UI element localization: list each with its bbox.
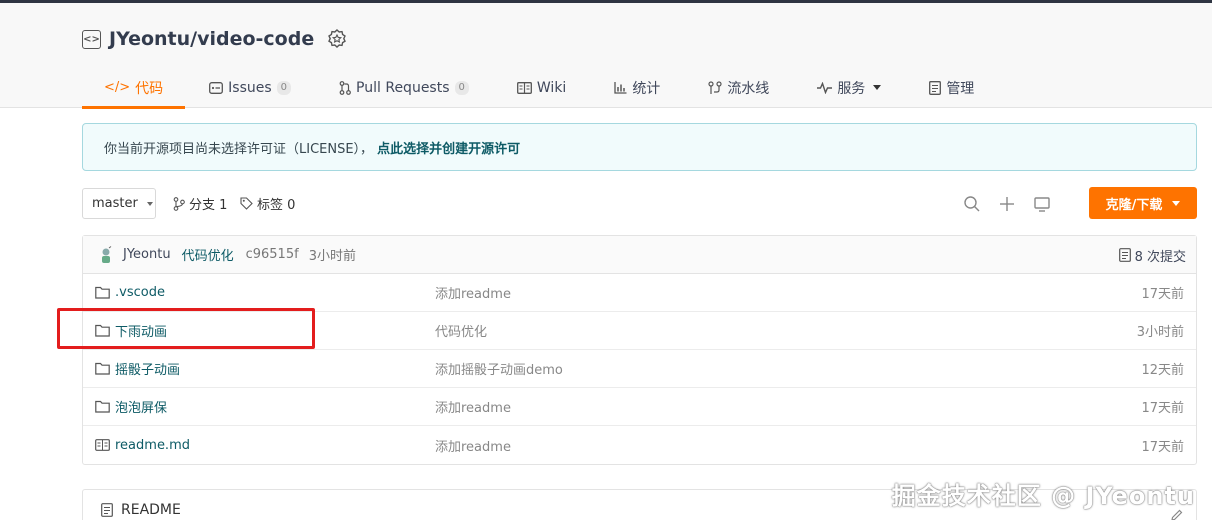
file-commit-message[interactable]: 添加readme [435, 283, 511, 302]
tab-pull-requests-label: Pull Requests [356, 79, 450, 96]
issues-count-badge: 0 [276, 80, 292, 95]
document-icon [101, 503, 113, 517]
file-commit-message[interactable]: 添加readme [435, 436, 511, 455]
branches-label: 分支 1 [189, 198, 228, 213]
repo-toolbar: master 分支 1 标签 0 克隆/下载 [82, 187, 1197, 220]
clone-download-label: 克隆/下载 [1105, 197, 1163, 213]
tab-code-label: 代码 [135, 80, 164, 97]
folder-icon [95, 400, 110, 413]
file-commit-time: 12天前 [1141, 363, 1184, 378]
pull-requests-count-badge: 0 [454, 80, 469, 95]
tab-code[interactable]: </> 代码 [82, 67, 186, 109]
file-name[interactable]: 摇骰子动画 [115, 359, 180, 378]
issues-icon [209, 81, 224, 94]
file-name[interactable]: .vscode [115, 285, 165, 300]
code-icon: </> [104, 80, 131, 95]
tab-wiki[interactable]: Wiki [516, 67, 567, 108]
tab-issues[interactable]: Issues 0 [209, 67, 292, 108]
file-commit-message[interactable]: 添加readme [435, 397, 511, 416]
tag-icon [240, 197, 253, 210]
file-commit-time: 17天前 [1141, 401, 1184, 416]
file-name-cell[interactable]: .vscode [95, 285, 165, 300]
file-commit-time: 17天前 [1141, 439, 1184, 455]
branch-icon [173, 196, 185, 211]
tags-label: 标签 0 [257, 198, 296, 213]
pull-request-icon [339, 80, 351, 95]
book-icon [516, 81, 532, 94]
clone-download-button[interactable]: 克隆/下载 [1089, 187, 1197, 219]
file-name-cell[interactable]: 摇骰子动画 [95, 359, 180, 378]
tab-wiki-label: Wiki [536, 79, 567, 96]
folder-icon [95, 286, 110, 299]
table-row[interactable]: 摇骰子动画 添加摇骰子动画demo 12天前 [83, 350, 1196, 388]
document-icon [929, 80, 942, 95]
markdown-file-icon [95, 439, 110, 451]
plus-icon[interactable] [997, 194, 1017, 214]
license-notice-text: 你当前开源项目尚未选择许可证（LICENSE）， [104, 141, 374, 157]
file-commit-time: 3小时前 [1136, 325, 1184, 340]
monitor-icon[interactable] [1032, 194, 1052, 214]
file-name[interactable]: readme.md [115, 438, 190, 453]
readme-title-text: README [121, 502, 181, 518]
repo-header: <> JYeontu/video-code </> 代码 Issues 0 Pu… [0, 3, 1212, 109]
red-highlight-box [57, 308, 315, 349]
commit-author[interactable]: JYeontu [123, 247, 171, 262]
chevron-down-icon [873, 85, 882, 90]
tab-services[interactable]: 服务 [817, 67, 882, 108]
commits-link[interactable]: 8 次提交 [1118, 236, 1186, 274]
latest-commit-bar: JYeontu 代码优化 c96515f 3小时前 8 次提交 [83, 236, 1196, 274]
branches-link[interactable]: 分支 1 [173, 188, 227, 219]
license-notice: 你当前开源项目尚未选择许可证（LICENSE）， 点此选择并创建开源许可 [82, 123, 1197, 171]
tab-pipeline-label: 流水线 [727, 80, 770, 97]
repo-title: <> JYeontu/video-code [82, 28, 348, 50]
chevron-down-icon [1172, 200, 1181, 206]
commit-time: 3小时前 [308, 249, 356, 264]
tab-manage-label: 管理 [946, 80, 975, 97]
watermark: 掘金技术社区 @ JYeontu [891, 482, 1195, 510]
file-commit-time: 17天前 [1141, 287, 1184, 302]
file-name-cell[interactable]: readme.md [95, 438, 190, 453]
file-list: JYeontu 代码优化 c96515f 3小时前 8 次提交 .vscode … [82, 235, 1197, 465]
tab-issues-label: Issues [228, 79, 272, 96]
branch-select[interactable]: master [82, 188, 156, 219]
repo-name[interactable]: JYeontu/video-code [109, 28, 314, 50]
table-row[interactable]: .vscode 添加readme 17天前 [83, 274, 1196, 312]
file-name[interactable]: 泡泡屏保 [115, 397, 167, 416]
file-commit-message[interactable]: 代码优化 [435, 321, 487, 340]
table-row[interactable]: 泡泡屏保 添加readme 17天前 [83, 388, 1196, 426]
tab-stats[interactable]: 统计 [614, 67, 660, 108]
pipeline-icon [708, 80, 722, 94]
table-row[interactable]: readme.md 添加readme 17天前 [83, 426, 1196, 464]
code-brackets-icon: <> [82, 29, 101, 49]
commit-sha[interactable]: c96515f [246, 247, 299, 262]
chevron-down-icon [146, 201, 153, 206]
folder-icon [95, 362, 110, 375]
tab-pull-requests[interactable]: Pull Requests 0 [339, 67, 469, 108]
tags-link[interactable]: 标签 0 [240, 188, 295, 219]
create-license-link[interactable]: 点此选择并创建开源许可 [377, 138, 520, 157]
commits-count: 8 次提交 [1134, 249, 1186, 265]
bar-chart-icon [614, 81, 627, 94]
file-commit-message[interactable]: 添加摇骰子动画demo [435, 359, 563, 378]
commit-message[interactable]: 代码优化 [182, 245, 234, 264]
branch-select-value: master [92, 196, 138, 211]
repo-tabs: </> 代码 Issues 0 Pull Requests 0 Wiki 统计 … [82, 67, 1022, 109]
award-badge-icon[interactable] [326, 28, 348, 50]
tab-services-label: 服务 [837, 80, 866, 97]
tab-stats-label: 统计 [632, 80, 661, 97]
tab-manage[interactable]: 管理 [929, 67, 974, 108]
commits-icon [1118, 248, 1131, 262]
file-name-cell[interactable]: 泡泡屏保 [95, 397, 167, 416]
readme-title: README [101, 502, 181, 518]
pulse-icon [817, 81, 833, 94]
avatar[interactable] [99, 245, 113, 264]
search-icon[interactable] [962, 194, 982, 214]
tab-pipeline[interactable]: 流水线 [708, 67, 769, 108]
